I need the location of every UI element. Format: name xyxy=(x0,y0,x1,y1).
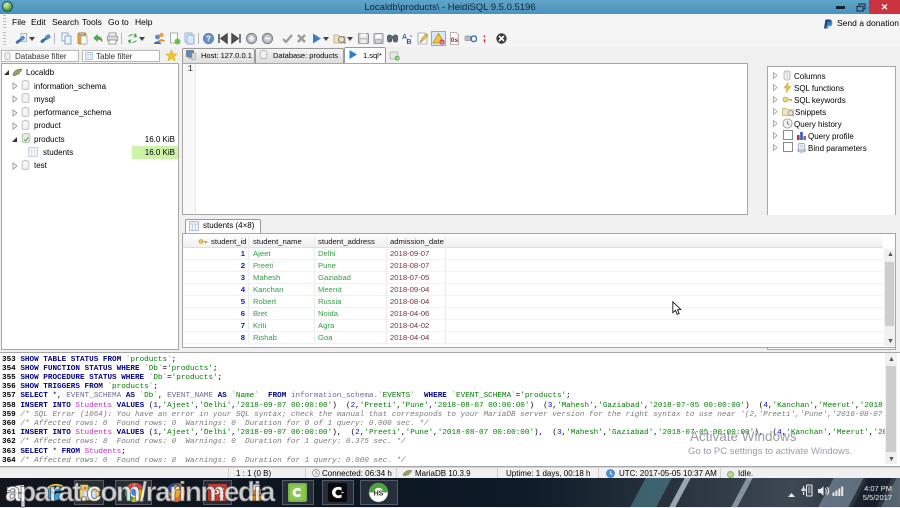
svg-text:+: + xyxy=(441,40,444,45)
svg-text:HS: HS xyxy=(374,491,384,498)
svg-text:B: B xyxy=(407,39,412,45)
svg-text:?: ? xyxy=(206,34,211,43)
svg-text:0s: 0s xyxy=(451,37,459,44)
